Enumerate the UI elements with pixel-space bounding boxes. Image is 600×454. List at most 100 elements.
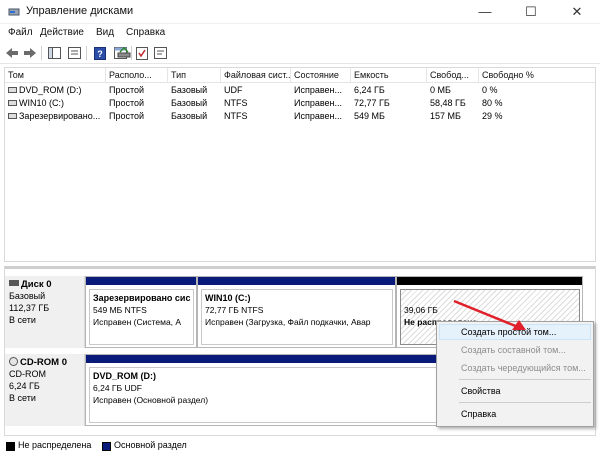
- menu-separator: [459, 379, 591, 380]
- menu-view[interactable]: Вид: [96, 27, 114, 38]
- context-menu: Создать простой том... Создать составной…: [436, 321, 594, 427]
- col-filesystem[interactable]: Файловая сист...: [221, 68, 291, 83]
- cell-layout: Простой: [109, 85, 145, 95]
- help-item[interactable]: Справка: [461, 407, 496, 421]
- disk-status: В сети: [9, 315, 36, 325]
- console-tree-icon[interactable]: [46, 45, 62, 61]
- cell-free-percent: 29 %: [482, 111, 503, 121]
- legend: Не распределена Основной раздел: [4, 439, 596, 453]
- primary-partition-swatch: [102, 442, 111, 451]
- minimize-button[interactable]: —: [462, 0, 508, 24]
- cell-volume: DVD_ROM (D:): [5, 84, 106, 97]
- hard-disk-icon: [9, 280, 19, 287]
- volume-list: Том Располо... Тип Файловая сист... Сост…: [4, 67, 596, 262]
- cell-free: 58,48 ГБ: [430, 98, 466, 108]
- check-icon[interactable]: [134, 45, 150, 61]
- cell-layout: Простой: [109, 111, 145, 121]
- disk-size: 6,24 ГБ: [9, 381, 40, 391]
- partition-name: Зарезервировано сис: [93, 293, 191, 303]
- menu-file[interactable]: Файл: [8, 27, 33, 38]
- table-row[interactable]: WIN10 (C:) Простой Базовый NTFS Исправен…: [5, 97, 595, 110]
- cell-volume: Зарезервировано...: [5, 110, 106, 123]
- partition-body: WIN10 (C:) 72,77 ГБ NTFS Исправен (Загру…: [201, 289, 393, 345]
- col-volume[interactable]: Том: [5, 68, 106, 83]
- col-status[interactable]: Состояние: [291, 68, 351, 83]
- cell-filesystem: NTFS: [224, 111, 248, 121]
- title-bar: Управление дисками — ☐ ✕: [0, 0, 600, 24]
- disk-0-label[interactable]: Диск 0 Базовый 112,37 ГБ В сети: [5, 276, 85, 348]
- properties-item[interactable]: Свойства: [461, 384, 501, 398]
- cell-capacity: 72,77 ГБ: [354, 98, 390, 108]
- cell-capacity: 549 МБ: [354, 111, 385, 121]
- primary-partition-bar: [86, 277, 196, 285]
- cell-free-percent: 80 %: [482, 98, 503, 108]
- cdrom-0-label[interactable]: CD-ROM 0 CD-ROM 6,24 ГБ В сети: [5, 354, 85, 426]
- disk-name: Диск 0: [21, 279, 52, 290]
- volume-name: Зарезервировано...: [19, 111, 101, 121]
- connect-disk-icon[interactable]: [116, 45, 132, 61]
- cell-free-percent: 0 %: [482, 85, 498, 95]
- menu-bar: Файл Действие Вид Справка: [0, 24, 600, 42]
- cell-free: 0 МБ: [430, 85, 451, 95]
- partition-name: WIN10 (C:): [205, 293, 251, 303]
- primary-partition-bar: [198, 277, 395, 285]
- cdrom-icon: [9, 356, 18, 366]
- cell-status: Исправен...: [294, 111, 343, 121]
- menu-help[interactable]: Справка: [126, 27, 165, 38]
- disk-type: Базовый: [9, 291, 46, 301]
- legend-unallocated: Не распределена: [18, 440, 92, 450]
- maximize-button[interactable]: ☐: [508, 0, 554, 24]
- back-icon[interactable]: [4, 45, 20, 61]
- cell-free: 157 МБ: [430, 111, 461, 121]
- refresh-icon[interactable]: [152, 45, 168, 61]
- volume-icon: [8, 86, 17, 93]
- list-view-icon[interactable]: [66, 45, 82, 61]
- cell-status: Исправен...: [294, 85, 343, 95]
- disk-management-icon: [8, 6, 20, 18]
- partition-info: 72,77 ГБ NTFS: [205, 305, 264, 315]
- toolbar-separator: [41, 46, 42, 60]
- partition-body: Зарезервировано сис 549 МБ NTFS Исправен…: [89, 289, 194, 345]
- partition-reserved[interactable]: Зарезервировано сис 549 МБ NTFS Исправен…: [85, 276, 197, 348]
- disk-type: CD-ROM: [9, 369, 46, 379]
- col-capacity[interactable]: Емкость: [351, 68, 427, 83]
- table-row[interactable]: Зарезервировано... Простой Базовый NTFS …: [5, 110, 595, 123]
- toolbar: ?: [0, 42, 600, 64]
- col-type[interactable]: Тип: [168, 68, 221, 83]
- table-row[interactable]: DVD_ROM (D:) Простой Базовый UDF Исправе…: [5, 84, 595, 97]
- volume-name: DVD_ROM (D:): [19, 85, 82, 95]
- forward-icon[interactable]: [22, 45, 38, 61]
- col-layout[interactable]: Располо...: [106, 68, 168, 83]
- volume-icon: [8, 112, 17, 119]
- cell-volume: WIN10 (C:): [5, 97, 106, 110]
- legend-primary: Основной раздел: [114, 440, 187, 450]
- unallocated-bar: [397, 277, 582, 285]
- cell-type: Базовый: [171, 111, 208, 121]
- cell-capacity: 6,24 ГБ: [354, 85, 385, 95]
- menu-separator: [459, 402, 591, 403]
- col-free-percent[interactable]: Свободно %: [479, 68, 595, 83]
- unallocated-swatch: [6, 442, 15, 451]
- cell-type: Базовый: [171, 85, 208, 95]
- cell-status: Исправен...: [294, 98, 343, 108]
- window-title: Управление дисками: [26, 5, 134, 17]
- create-spanned-volume-item: Создать составной том...: [461, 345, 566, 355]
- col-free[interactable]: Свобод...: [427, 68, 479, 83]
- cell-type: Базовый: [171, 98, 208, 108]
- disk-status: В сети: [9, 393, 36, 403]
- partition-info: 549 МБ NTFS: [93, 305, 147, 315]
- volume-icon: [8, 99, 17, 106]
- disk-name: CD-ROM 0: [20, 357, 67, 368]
- menu-action[interactable]: Действие: [40, 27, 84, 38]
- help-icon[interactable]: ?: [92, 45, 108, 61]
- disk-size: 112,37 ГБ: [9, 303, 50, 313]
- partition-win10[interactable]: WIN10 (C:) 72,77 ГБ NTFS Исправен (Загру…: [197, 276, 396, 348]
- create-striped-volume-item: Создать чередующийся том...: [461, 363, 586, 373]
- cell-filesystem: NTFS: [224, 98, 248, 108]
- partition-state: Исправен (Загрузка, Файл подкачки, Авар: [205, 317, 371, 327]
- volume-name: WIN10 (C:): [19, 98, 64, 108]
- close-button[interactable]: ✕: [554, 0, 600, 24]
- cell-layout: Простой: [109, 98, 145, 108]
- cell-filesystem: UDF: [224, 85, 243, 95]
- svg-text:?: ?: [97, 49, 103, 59]
